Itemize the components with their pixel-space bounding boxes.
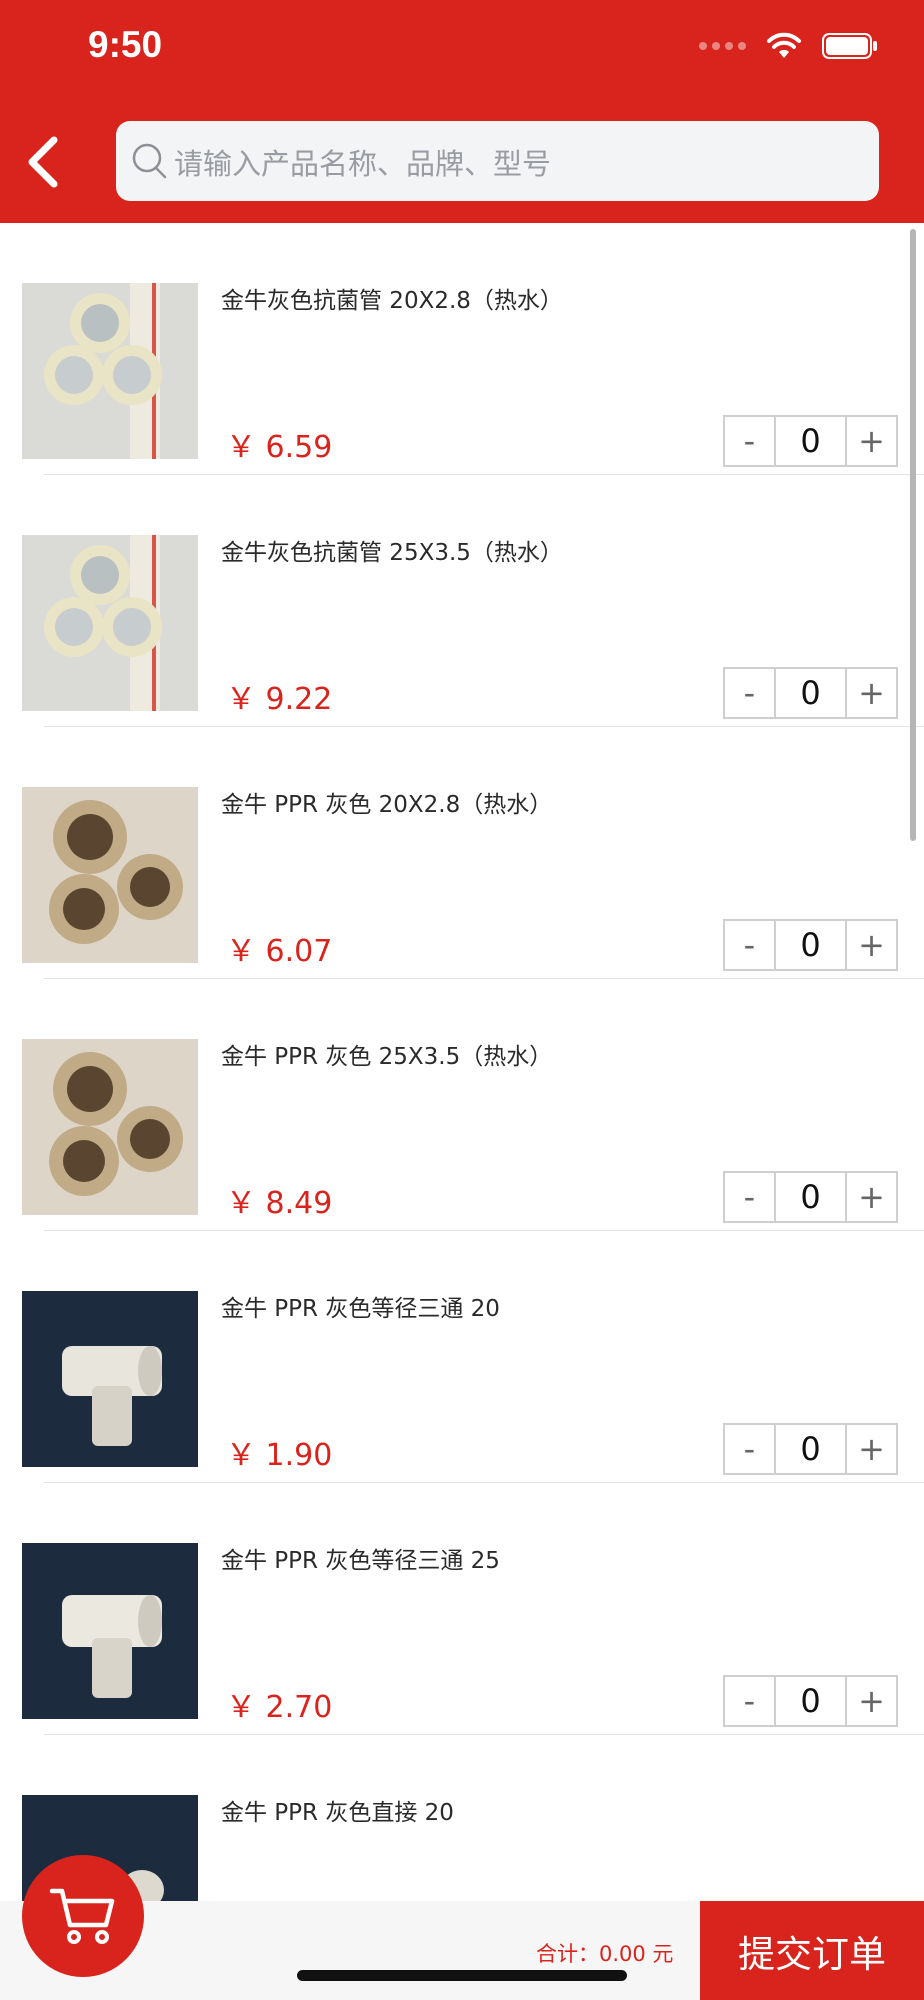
product-name: 金牛 PPR 灰色等径三通 25 [221, 1548, 500, 1574]
wifi-icon [767, 32, 801, 58]
quantity-input[interactable]: 0 [773, 669, 848, 717]
product-item[interactable]: 金牛 PPR 灰色直接 20 [0, 1735, 924, 1901]
quantity-stepper: - 0 + [723, 1675, 898, 1727]
product-price: ￥ 6.59 [226, 430, 333, 465]
quantity-input[interactable]: 0 [773, 417, 848, 465]
scrollbar[interactable] [910, 229, 916, 841]
submit-order-button[interactable]: 提交订单 [700, 1901, 924, 2000]
quantity-stepper: - 0 + [723, 919, 898, 971]
increase-button[interactable]: + [847, 1677, 896, 1725]
quantity-stepper: - 0 + [723, 1171, 898, 1223]
quantity-input[interactable]: 0 [773, 1425, 848, 1473]
decrease-button[interactable]: - [725, 1173, 774, 1221]
header-bar: 9:50 请输入产品名称、品牌、型号 [0, 0, 924, 223]
product-item[interactable]: 金牛 PPR 灰色 20X2.8（热水） ￥ 6.07 - 0 + [0, 727, 924, 979]
product-list[interactable]: 金牛灰色抗菌管 20X2.8（热水） ￥ 6.59 - 0 + 金牛灰色抗菌管 … [0, 223, 924, 1901]
product-price: ￥ 9.22 [226, 682, 333, 717]
decrease-button[interactable]: - [725, 417, 774, 465]
increase-button[interactable]: + [847, 921, 896, 969]
product-image [22, 283, 198, 459]
quantity-stepper: - 0 + [723, 667, 898, 719]
product-image [22, 1039, 198, 1215]
quantity-input[interactable]: 0 [773, 1173, 848, 1221]
product-name: 金牛 PPR 灰色 20X2.8（热水） [221, 792, 553, 818]
increase-button[interactable]: + [847, 1173, 896, 1221]
back-arrow-icon[interactable] [20, 132, 70, 192]
search-input[interactable]: 请输入产品名称、品牌、型号 [116, 121, 879, 201]
quantity-input[interactable]: 0 [773, 1677, 848, 1725]
status-icons [699, 32, 878, 60]
product-price: ￥ 1.90 [226, 1438, 333, 1473]
product-item[interactable]: 金牛 PPR 灰色 25X3.5（热水） ￥ 8.49 - 0 + [0, 979, 924, 1231]
product-price: ￥ 8.49 [226, 1186, 333, 1221]
product-name: 金牛灰色抗菌管 25X3.5（热水） [221, 540, 563, 566]
cart-button[interactable] [22, 1855, 144, 1977]
product-item[interactable]: 金牛 PPR 灰色等径三通 25 ￥ 2.70 - 0 + [0, 1483, 924, 1735]
battery-icon [822, 33, 877, 59]
increase-button[interactable]: + [847, 1425, 896, 1473]
home-indicator [297, 1970, 627, 1981]
product-image [22, 1291, 198, 1467]
product-image [22, 1543, 198, 1719]
increase-button[interactable]: + [847, 417, 896, 465]
product-name: 金牛灰色抗菌管 20X2.8（热水） [221, 288, 563, 314]
decrease-button[interactable]: - [725, 1677, 774, 1725]
product-item[interactable]: 金牛灰色抗菌管 20X2.8（热水） ￥ 6.59 - 0 + [0, 223, 924, 475]
product-item[interactable]: 金牛 PPR 灰色等径三通 20 ￥ 1.90 - 0 + [0, 1231, 924, 1483]
product-price: ￥ 6.07 [226, 934, 333, 969]
search-placeholder: 请输入产品名称、品牌、型号 [174, 147, 552, 181]
product-name: 金牛 PPR 灰色直接 20 [221, 1800, 454, 1826]
decrease-button[interactable]: - [725, 921, 774, 969]
product-item[interactable]: 金牛灰色抗菌管 25X3.5（热水） ￥ 9.22 - 0 + [0, 475, 924, 727]
quantity-input[interactable]: 0 [773, 921, 848, 969]
product-price: ￥ 2.70 [226, 1690, 333, 1725]
product-image [22, 535, 198, 711]
increase-button[interactable]: + [847, 669, 896, 717]
decrease-button[interactable]: - [725, 1425, 774, 1473]
signal-icon [699, 42, 746, 50]
quantity-stepper: - 0 + [723, 1423, 898, 1475]
product-name: 金牛 PPR 灰色等径三通 20 [221, 1296, 500, 1322]
decrease-button[interactable]: - [725, 669, 774, 717]
cart-icon [49, 1888, 115, 1944]
quantity-stepper: - 0 + [723, 415, 898, 467]
status-time: 9:50 [88, 24, 163, 65]
search-icon [132, 143, 167, 179]
product-image [22, 787, 198, 963]
product-name: 金牛 PPR 灰色 25X3.5（热水） [221, 1044, 553, 1070]
order-total: 合计：0.00 元 [536, 1942, 674, 1966]
